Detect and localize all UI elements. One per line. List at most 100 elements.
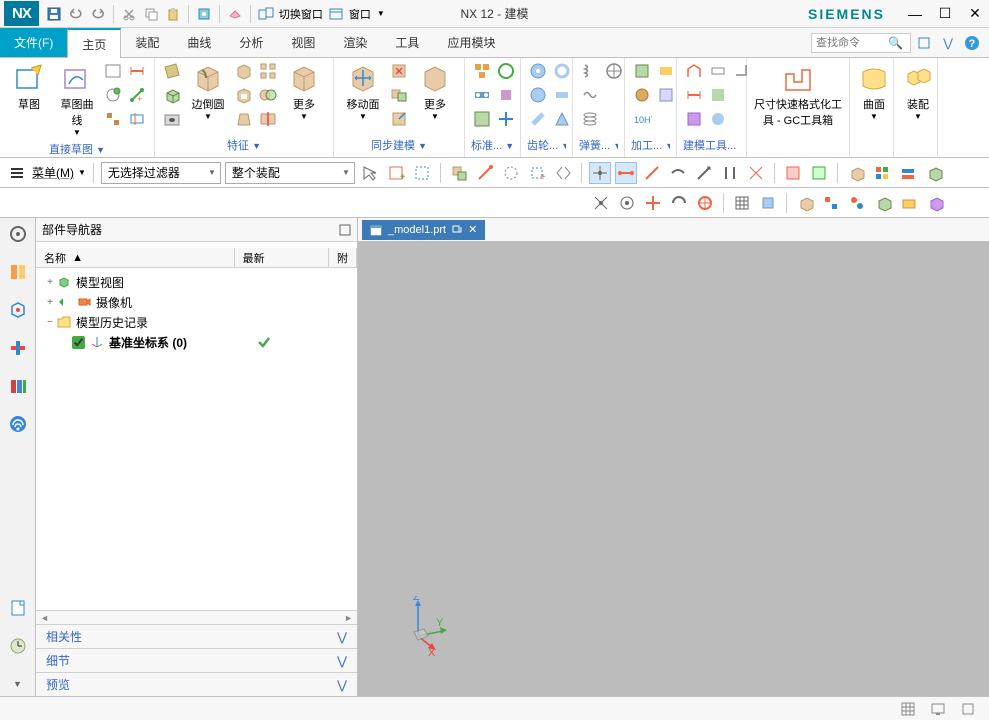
group-feature[interactable]: 特征 ▼: [161, 135, 327, 155]
assy-nav-icon[interactable]: [6, 298, 30, 322]
save-icon[interactable]: [45, 5, 63, 23]
graphics-viewport[interactable]: Z Y X Z Y X: [358, 242, 989, 696]
doc-tab-ext-icon[interactable]: [452, 225, 462, 235]
replace-face-icon[interactable]: [388, 84, 410, 106]
r2-t9-icon[interactable]: [820, 192, 842, 214]
unite-icon[interactable]: [257, 84, 279, 106]
r2-t10-icon[interactable]: [846, 192, 868, 214]
mach5-icon[interactable]: [655, 84, 677, 106]
trim-body-icon[interactable]: [257, 108, 279, 130]
group-machining[interactable]: 加工... ▼: [631, 135, 670, 155]
col-name[interactable]: 名称 ▲: [36, 248, 235, 267]
part-nav-icon[interactable]: [6, 260, 30, 284]
sel-t19-icon[interactable]: [871, 162, 893, 184]
std4-icon[interactable]: [495, 60, 517, 82]
group-sync[interactable]: 同步建模 ▼: [340, 135, 458, 155]
sel-t14-icon[interactable]: [719, 162, 741, 184]
section-related[interactable]: 相关性⋁: [36, 624, 357, 648]
nav-pin-icon[interactable]: [339, 224, 351, 236]
doc-icon[interactable]: [6, 596, 30, 620]
group-direct-sketch[interactable]: 直接草图 ▼: [6, 139, 148, 155]
constraint-tool-icon[interactable]: +: [126, 84, 148, 106]
sel-t16-icon[interactable]: [782, 162, 804, 184]
col-latest[interactable]: 最新: [235, 248, 329, 267]
minimize-button[interactable]: —: [905, 4, 925, 24]
switch-window-icon[interactable]: [257, 5, 275, 23]
mt6-icon[interactable]: [707, 108, 729, 130]
r2-t11-icon[interactable]: [872, 192, 894, 214]
tree-row-history[interactable]: − 模型历史记录: [36, 312, 357, 332]
r2-t3-icon[interactable]: [642, 192, 664, 214]
filter-2-dropdown[interactable]: 整个装配: [225, 162, 355, 184]
doc-tab-close-icon[interactable]: ✕: [468, 223, 477, 236]
surface-button[interactable]: 曲面▼: [856, 60, 892, 123]
sel-t2-icon[interactable]: +: [385, 162, 407, 184]
menu-icon[interactable]: [6, 162, 28, 184]
sel-t7-icon[interactable]: +: [526, 162, 548, 184]
section-preview[interactable]: 预览⋁: [36, 672, 357, 696]
paste-icon[interactable]: [164, 5, 182, 23]
settings-icon[interactable]: [6, 222, 30, 246]
group-gear[interactable]: 齿轮... ▼: [527, 135, 566, 155]
std3-icon[interactable]: [471, 108, 493, 130]
hole-icon[interactable]: [161, 108, 183, 130]
chamfer-icon[interactable]: [233, 60, 255, 82]
tab-file[interactable]: 文件(F): [0, 28, 67, 57]
sel-t13-icon[interactable]: [693, 162, 715, 184]
status-disp-icon[interactable]: [927, 698, 949, 720]
mt1-icon[interactable]: [683, 60, 705, 82]
eraser-icon[interactable]: [226, 5, 244, 23]
gear4-icon[interactable]: [551, 60, 573, 82]
mt4-icon[interactable]: [707, 60, 729, 82]
status-box-icon[interactable]: [957, 698, 979, 720]
assembly-button[interactable]: 装配▼: [900, 60, 936, 123]
menu-label[interactable]: 菜单(M): [32, 164, 74, 181]
r2-t5-icon[interactable]: [694, 192, 716, 214]
spring1-icon[interactable]: [579, 60, 601, 82]
sel-t9-icon[interactable]: [589, 162, 611, 184]
mach4-icon[interactable]: [655, 60, 677, 82]
cut-icon[interactable]: [120, 5, 138, 23]
touch-icon[interactable]: [195, 5, 213, 23]
datum-csys-visual[interactable]: Z Y X: [978, 332, 989, 532]
tree-row-datum-csys[interactable]: 基准坐标系 (0): [36, 332, 357, 352]
close-button[interactable]: ✕: [965, 4, 985, 24]
window-label[interactable]: 窗口: [349, 6, 371, 22]
group-standard[interactable]: 标准... ▼: [471, 135, 514, 155]
tab-tool[interactable]: 工具: [381, 28, 433, 57]
sel-t1-icon[interactable]: [359, 162, 381, 184]
constraint-nav-icon[interactable]: [6, 336, 30, 360]
redo-icon[interactable]: [89, 5, 107, 23]
tree-row-model-view[interactable]: + 模型视图: [36, 272, 357, 292]
datum-plane-icon[interactable]: [161, 60, 183, 82]
switch-window-label[interactable]: 切换窗口: [279, 6, 323, 22]
std2-icon[interactable]: [471, 84, 493, 106]
std5-icon[interactable]: [495, 84, 517, 106]
help-icon[interactable]: ?: [963, 34, 981, 52]
sel-t20-icon[interactable]: [897, 162, 919, 184]
strip-dd-icon[interactable]: ▼: [6, 672, 30, 696]
undo-icon[interactable]: [67, 5, 85, 23]
point-tool-icon[interactable]: [102, 108, 124, 130]
gear1-icon[interactable]: [527, 60, 549, 82]
r2-t13-icon[interactable]: [924, 192, 946, 214]
col-attach[interactable]: 附: [329, 248, 357, 267]
r2-t2-icon[interactable]: [616, 192, 638, 214]
tab-assembly[interactable]: 装配: [121, 28, 173, 57]
spring4-icon[interactable]: [603, 60, 625, 82]
spring6-icon[interactable]: [603, 108, 625, 130]
sel-t21-icon[interactable]: [923, 162, 945, 184]
shell-icon[interactable]: [233, 84, 255, 106]
line-tool-icon[interactable]: [102, 60, 124, 82]
r2-t12-icon[interactable]: [898, 192, 920, 214]
group-model-tools[interactable]: 建模工具... ▼: [683, 135, 740, 155]
window-icon[interactable]: [327, 5, 345, 23]
sketch-button[interactable]: 草图: [6, 60, 52, 114]
spring5-icon[interactable]: [603, 84, 625, 106]
r2-t1-icon[interactable]: [590, 192, 612, 214]
sel-t10-icon[interactable]: [615, 162, 637, 184]
sel-t6-icon[interactable]: [500, 162, 522, 184]
tab-view[interactable]: 视图: [277, 28, 329, 57]
tab-analysis[interactable]: 分析: [225, 28, 277, 57]
sel-t5-icon[interactable]: [474, 162, 496, 184]
